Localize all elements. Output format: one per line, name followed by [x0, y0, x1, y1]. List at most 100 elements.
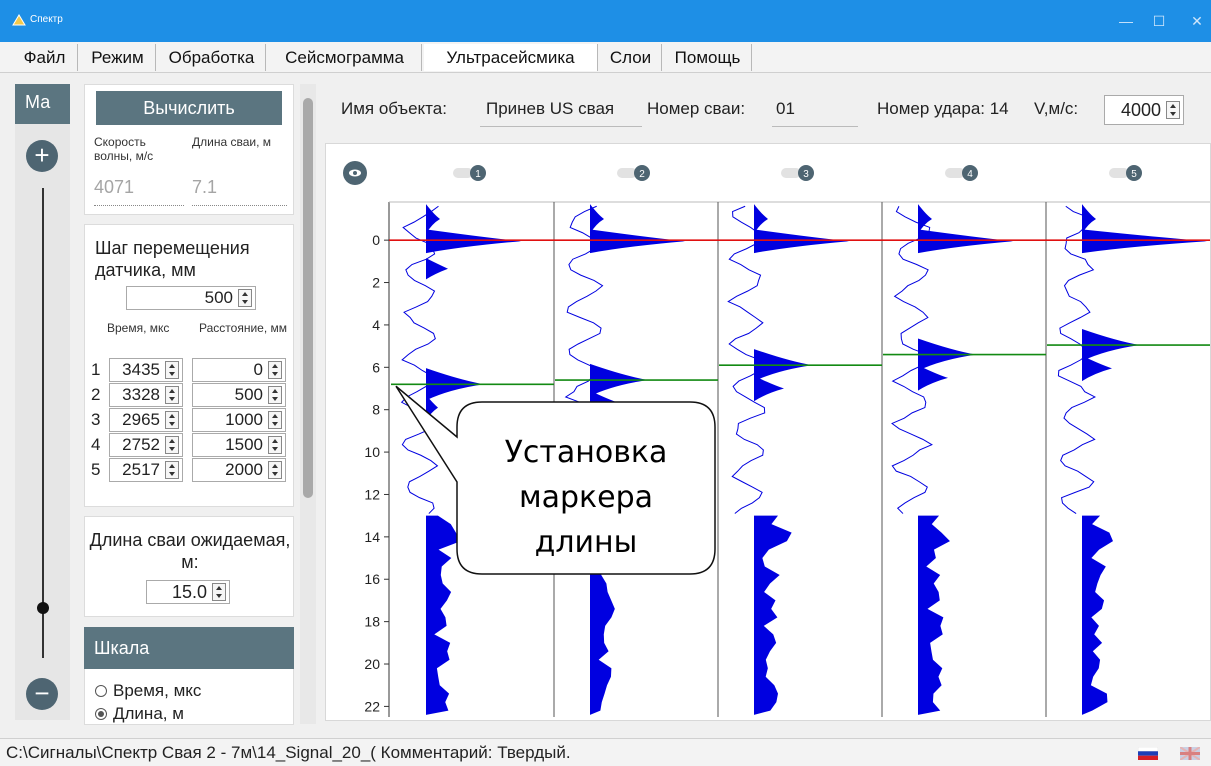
menu-file[interactable]: Файл	[12, 44, 78, 71]
spin-arrows-icon[interactable]	[165, 361, 179, 379]
distance-stepper[interactable]: 500	[192, 383, 286, 407]
time-stepper[interactable]: 2517	[109, 458, 183, 482]
spin-arrows-icon[interactable]	[268, 411, 282, 429]
pile-number-field[interactable]: 01	[776, 99, 795, 119]
object-name-underline	[480, 126, 642, 127]
radio-on-icon	[95, 708, 107, 720]
hit-number-text: Номер удара: 14	[877, 99, 1009, 118]
spin-arrows-icon[interactable]	[212, 583, 226, 601]
menu-layers[interactable]: Слои	[600, 44, 662, 71]
callout-text: маркера	[519, 480, 653, 515]
distance-stepper[interactable]: 2000	[192, 458, 286, 482]
menu-ultraseismic[interactable]: Ультрасейсмика	[424, 44, 598, 71]
y-tick-label: 14	[364, 529, 380, 545]
trace-tail-fill	[1082, 515, 1113, 715]
trace-lobe	[918, 365, 948, 391]
app-icon	[12, 14, 26, 26]
spin-arrows-icon[interactable]	[165, 436, 179, 454]
russian-flag-icon[interactable]	[1138, 747, 1158, 760]
close-icon[interactable]: ✕	[1184, 8, 1210, 34]
spin-arrows-icon[interactable]	[165, 386, 179, 404]
distance-stepper[interactable]: 1000	[192, 408, 286, 432]
zoom-in-button[interactable]: +	[26, 140, 58, 172]
maximize-icon[interactable]: ☐	[1146, 8, 1172, 34]
menu-mode[interactable]: Режим	[80, 44, 156, 71]
spin-arrows-icon[interactable]	[165, 411, 179, 429]
expected-length-title: Длина сваи ожидаемая, м:	[89, 530, 291, 572]
calculate-button[interactable]: Вычислить	[96, 91, 282, 125]
sensor-step-value: 500	[204, 288, 233, 307]
window-title: Спектр	[30, 14, 63, 25]
left-panel-scrollbar[interactable]	[300, 84, 316, 724]
y-tick-label: 18	[364, 614, 380, 630]
trace-lobe	[918, 229, 1013, 254]
time-value: 3328	[122, 385, 160, 404]
sensor-step-title: Шаг перемещения датчика, мм	[95, 238, 250, 280]
trace-lobe	[754, 204, 768, 234]
status-bar: C:\Сигналы\Спектр Свая 2 - 7м\14_Signal_…	[0, 738, 1211, 766]
length-label: Длина сваи, м	[192, 135, 272, 149]
velocity-stepper[interactable]: 4000	[1104, 95, 1184, 125]
time-value: 2752	[122, 435, 160, 454]
y-tick-label: 6	[372, 359, 380, 375]
distance-stepper[interactable]: 1500	[192, 433, 286, 457]
y-tick-label: 10	[364, 444, 380, 460]
trace-lobe	[1082, 204, 1096, 234]
time-value: 2965	[122, 410, 160, 429]
scale-time-radio[interactable]: Время, мкс	[95, 681, 201, 701]
scale-header: Шкала	[84, 627, 294, 669]
spin-arrows-icon[interactable]	[238, 289, 252, 307]
time-stepper[interactable]: 3328	[109, 383, 183, 407]
zoom-rail: Ма + −	[15, 84, 70, 720]
seismogram-svg[interactable]: 02468101214161820221 2 3 4 5Установкамаркера…	[326, 144, 1210, 720]
menu-seismogram[interactable]: Сейсмограмма	[268, 44, 422, 71]
y-tick-label: 0	[372, 232, 380, 248]
menu-bar: Файл Режим Обработка Сейсмограмма Ультра…	[0, 42, 1211, 73]
time-stepper[interactable]: 3435	[109, 358, 183, 382]
distance-value: 0	[253, 360, 263, 379]
scrollbar-thumb[interactable]	[303, 98, 313, 498]
spin-arrows-icon[interactable]	[268, 361, 282, 379]
scale-length-radio[interactable]: Длина, м	[95, 704, 184, 724]
spin-arrows-icon[interactable]	[268, 461, 282, 479]
time-stepper[interactable]: 2965	[109, 408, 183, 432]
velocity-value: 4000	[1120, 100, 1161, 120]
zoom-out-button[interactable]: −	[26, 678, 58, 710]
spin-arrows-icon[interactable]	[165, 461, 179, 479]
zoom-slider-thumb[interactable]	[37, 602, 49, 614]
channel-number: 4	[967, 169, 973, 180]
length-value: 7.1	[192, 177, 218, 197]
spin-arrows-icon[interactable]	[1166, 101, 1180, 119]
spin-arrows-icon[interactable]	[268, 436, 282, 454]
menu-help[interactable]: Помощь	[664, 44, 752, 71]
title-bar: Спектр — ☐ ✕	[0, 0, 1211, 42]
uk-flag-icon[interactable]	[1180, 747, 1200, 760]
trace-lobe	[426, 204, 440, 234]
trace-lobe	[754, 229, 849, 254]
minimize-icon[interactable]: —	[1113, 8, 1139, 34]
scale-panel: Время, мкс Длина, м	[84, 669, 294, 725]
spin-arrows-icon[interactable]	[268, 386, 282, 404]
row-number: 1	[91, 360, 101, 379]
calc-panel: Вычислить Скорость волны, м/с Длина сваи…	[84, 84, 294, 215]
pile-number-underline	[772, 126, 858, 127]
callout-text: длины	[535, 525, 638, 560]
y-tick-label: 8	[372, 402, 380, 418]
zoom-slider-track[interactable]	[42, 188, 44, 658]
menu-processing[interactable]: Обработка	[158, 44, 266, 71]
y-tick-label: 22	[364, 698, 380, 714]
channel-number: 1	[475, 169, 481, 180]
row-number: 5	[91, 460, 101, 479]
time-value: 3435	[122, 360, 160, 379]
object-name-field[interactable]: Принев US свая	[486, 99, 642, 119]
callout-text: Установка	[505, 435, 668, 470]
expected-length-stepper[interactable]: 15.0	[146, 580, 230, 604]
speed-underline	[94, 205, 184, 206]
sensor-step-stepper[interactable]: 500	[126, 286, 256, 310]
distance-stepper[interactable]: 0	[192, 358, 286, 382]
row-number: 4	[91, 435, 101, 454]
time-stepper[interactable]: 2752	[109, 433, 183, 457]
radio-off-icon	[95, 685, 107, 697]
trace-lobe	[754, 375, 784, 402]
trace-lobe	[426, 229, 521, 254]
